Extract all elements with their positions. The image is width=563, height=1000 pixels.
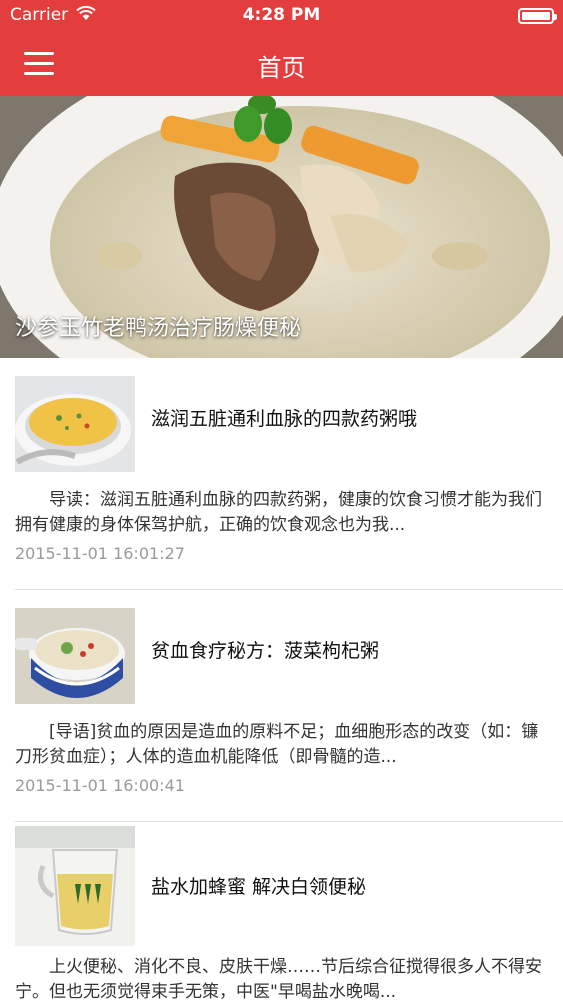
article-item[interactable]: 盐水加蜂蜜 解决白领便秘 上火便秘、消化不良、皮肤干燥……节后综合征搅得很多人不…: [0, 822, 563, 1000]
battery-icon: [518, 8, 557, 24]
article-title: 贫血食疗秘方：菠菜枸杞粥: [151, 640, 380, 662]
article-thumbnail: [15, 376, 135, 472]
article-summary: [导语]贫血的原因是造血的原料不足；血细胞形态的改变（如：镰刀形贫血症）；人体的…: [15, 722, 539, 767]
article-item[interactable]: 滋润五脏通利血脉的四款药粥哦 导读：滋润五脏通利血脉的四款药粥，健康的饮食习惯才…: [0, 358, 563, 590]
article-date: 2015-11-01 16:00:41: [15, 776, 185, 795]
status-bar: Carrier 4:28 PM: [0, 0, 563, 31]
article-thumbnail: [15, 826, 135, 946]
hero-caption: 沙参玉竹老鸭汤治疗肠燥便秘: [15, 316, 302, 341]
article-date: 2015-11-01 16:01:27: [15, 544, 185, 563]
article-summary: 导读：滋润五脏通利血脉的四款药粥，健康的饮食习惯才能为我们拥有健康的身体保驾护航…: [15, 490, 542, 535]
article-thumbnail: [15, 608, 135, 704]
hero-banner[interactable]: 沙参玉竹老鸭汤治疗肠燥便秘: [0, 96, 563, 358]
article-title: 滋润五脏通利血脉的四款药粥哦: [151, 408, 418, 430]
article-summary: 上火便秘、消化不良、皮肤干燥……节后综合征搅得很多人不得安宁。但也无须觉得束手无…: [15, 957, 542, 1000]
article-title: 盐水加蜂蜜 解决白领便秘: [151, 876, 367, 898]
article-item[interactable]: 贫血食疗秘方：菠菜枸杞粥 [导语]贫血的原因是造血的原料不足；血细胞形态的改变（…: [0, 590, 563, 822]
page-title: 首页: [257, 54, 306, 82]
navigation-bar: 首页: [0, 31, 563, 96]
clock: 4:28 PM: [242, 5, 321, 25]
